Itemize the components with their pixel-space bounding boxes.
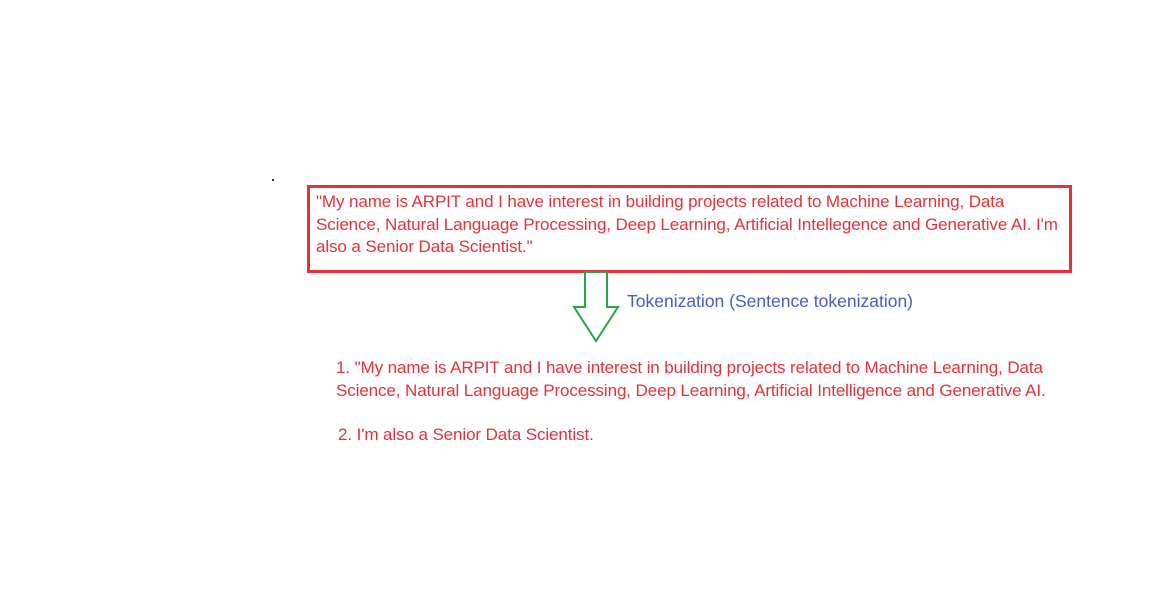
tokenization-label: Tokenization (Sentence tokenization): [627, 291, 914, 311]
down-arrow-shape: [572, 271, 620, 343]
down-arrow-icon: [572, 271, 620, 343]
input-sentence-text: "My name is ARPIT and I have interest in…: [316, 192, 1058, 256]
output-sentence-2: 2. I'm also a Senior Data Scientist.: [338, 425, 594, 444]
input-text-box: "My name is ARPIT and I have interest in…: [307, 185, 1072, 273]
tokenized-output-list: 1. "My name is ARPIT and I have interest…: [336, 357, 1076, 447]
output-sentence-1: 1. "My name is ARPIT and I have interest…: [336, 358, 1046, 400]
stray-dot: [272, 179, 274, 181]
